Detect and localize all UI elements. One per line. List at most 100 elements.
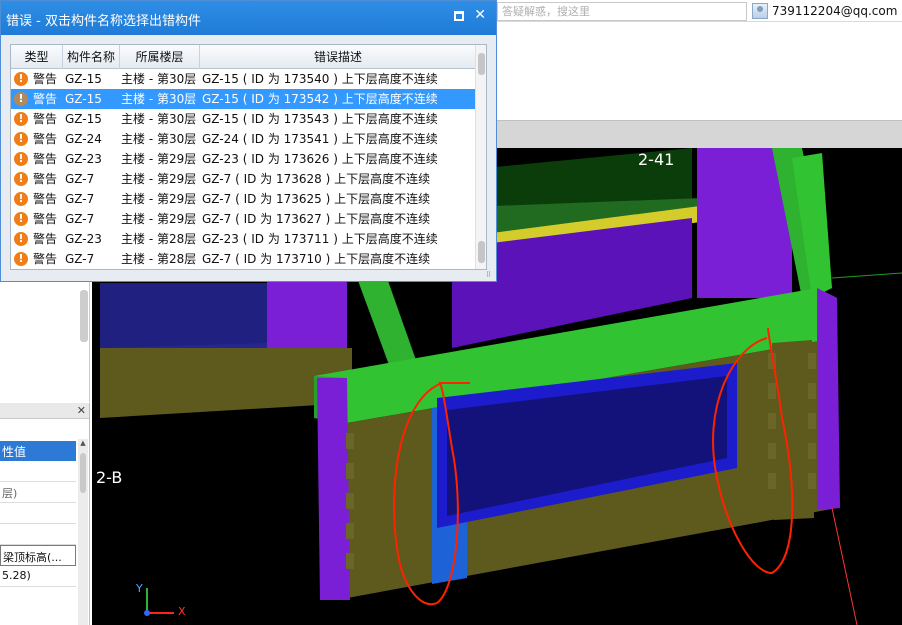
ribbon-strip — [497, 120, 902, 148]
warning-icon: ! — [14, 92, 28, 106]
table-row[interactable]: ! 警告 GZ-7 主楼 - 第29层 GZ-7 ( ID 为 173627 ) 上下层… — [11, 209, 476, 229]
user-account[interactable]: 739112204@qq.com — [752, 1, 897, 21]
scrollbar-thumb[interactable] — [80, 453, 86, 493]
cell-name[interactable]: GZ-7 — [65, 249, 94, 269]
cell-type: 警告 — [33, 192, 58, 206]
property-row[interactable] — [0, 461, 76, 482]
warning-icon: ! — [14, 212, 28, 226]
dialog-title: 错误 - 双击构件名称选择出错构件 — [6, 14, 201, 29]
table-row[interactable]: ! 警告 GZ-15 主楼 - 第30层 GZ-15 ( ID 为 173540 ) 上… — [11, 69, 476, 89]
cell-type: 警告 — [33, 172, 58, 186]
cell-floor: 主楼 - 第29层 — [121, 212, 197, 226]
property-row[interactable] — [0, 524, 76, 545]
table-scrollbar[interactable] — [475, 45, 486, 269]
column-header-description[interactable]: 错误描述 — [200, 45, 476, 69]
cell-type: 警告 — [33, 132, 58, 146]
table-row[interactable]: ! 警告 GZ-15 主楼 - 第30层 GZ-15 ( ID 为 173542 ) 上… — [11, 89, 476, 109]
cell-floor: 主楼 - 第30层 — [121, 112, 197, 126]
cell-type: 警告 — [33, 252, 58, 266]
cell-name[interactable]: GZ-15 — [65, 89, 102, 109]
axis-label: 2-41 — [638, 150, 675, 169]
property-panel: ✕ 性值 层) 梁顶标高(... 5.28) ▲ — [0, 403, 90, 625]
cell-floor: 主楼 - 第28层 — [121, 232, 197, 246]
cell-type: 警告 — [33, 212, 58, 226]
scroll-up-icon[interactable]: ▲ — [78, 439, 88, 449]
property-row[interactable]: 层) — [0, 482, 76, 503]
warning-icon: ! — [14, 112, 28, 126]
cell-floor: 主楼 - 第28层 — [121, 252, 197, 266]
cell-type: 警告 — [33, 92, 58, 106]
diagonal-beam — [357, 278, 417, 373]
warning-icon: ! — [14, 172, 28, 186]
cell-name[interactable]: GZ-15 — [65, 69, 102, 89]
warning-icon: ! — [14, 72, 28, 86]
cell-description: GZ-7 ( ID 为 173710 ) 上下层高度不连续 — [202, 252, 431, 266]
property-row[interactable]: 5.28) — [0, 566, 76, 587]
cell-name[interactable]: GZ-15 — [65, 109, 102, 129]
left-upper-panel — [0, 282, 90, 402]
close-icon[interactable]: ✕ — [77, 404, 86, 417]
table-row[interactable]: ! 警告 GZ-7 主楼 - 第28层 GZ-7 ( ID 为 173710 ) 上下层… — [11, 249, 476, 269]
warning-icon: ! — [14, 192, 28, 206]
cell-description: GZ-15 ( ID 为 173543 ) 上下层高度不连续 — [202, 112, 438, 126]
username-label: 739112204@qq.com — [772, 4, 898, 18]
property-row[interactable]: 梁顶标高(... — [0, 545, 76, 566]
cell-type: 警告 — [33, 112, 58, 126]
cell-name[interactable]: GZ-7 — [65, 169, 94, 189]
axis-label: 2-B — [96, 468, 123, 487]
table-header: 类型 构件名称 所属楼层 错误描述 — [11, 45, 476, 69]
column-header-floor[interactable]: 所属楼层 — [120, 45, 200, 69]
table-row[interactable]: ! 警告 GZ-23 主楼 - 第28层 GZ-23 ( ID 为 173711 ) 上… — [11, 229, 476, 249]
scrollbar-thumb[interactable] — [478, 241, 485, 263]
cell-name[interactable]: GZ-24 — [65, 129, 102, 149]
dialog-titlebar[interactable]: 错误 - 双击构件名称选择出错构件 ✕ — [1, 1, 496, 35]
column-header-type[interactable]: 类型 — [11, 45, 63, 69]
cell-floor: 主楼 - 第30层 — [121, 72, 197, 86]
error-dialog: 错误 - 双击构件名称选择出错构件 ✕ 类型 构件名称 所属楼层 错误描述 ! 警… — [0, 0, 497, 282]
search-input[interactable] — [497, 2, 747, 21]
cell-description: GZ-7 ( ID 为 173627 ) 上下层高度不连续 — [202, 212, 431, 226]
table-row[interactable]: ! 警告 GZ-24 主楼 - 第30层 GZ-24 ( ID 为 173541 ) 上… — [11, 129, 476, 149]
cell-floor: 主楼 - 第29层 — [121, 192, 197, 206]
warning-icon: ! — [14, 232, 28, 246]
error-table: 类型 构件名称 所属楼层 错误描述 ! 警告 GZ-15 主楼 - 第30层 GZ-15… — [10, 44, 487, 270]
resize-grip-icon[interactable]: ⠿ — [486, 271, 494, 279]
left-column — [317, 378, 350, 600]
close-icon[interactable]: ✕ — [474, 7, 486, 23]
warning-icon: ! — [14, 252, 28, 266]
cell-floor: 主楼 - 第29层 — [121, 172, 197, 186]
column-header-name[interactable]: 构件名称 — [63, 45, 120, 69]
warning-icon: ! — [14, 152, 28, 166]
cell-type: 警告 — [33, 232, 58, 246]
scrollbar-thumb[interactable] — [478, 53, 485, 75]
cell-description: GZ-24 ( ID 为 173541 ) 上下层高度不连续 — [202, 132, 438, 146]
cell-description: GZ-15 ( ID 为 173542 ) 上下层高度不连续 — [202, 92, 438, 106]
cell-floor: 主楼 - 第30层 — [121, 132, 197, 146]
property-panel-scrollbar[interactable]: ▲ — [78, 439, 88, 625]
cell-type: 警告 — [33, 152, 58, 166]
cell-description: GZ-7 ( ID 为 173628 ) 上下层高度不连续 — [202, 172, 431, 186]
cell-name[interactable]: GZ-23 — [65, 149, 102, 169]
cell-description: GZ-15 ( ID 为 173540 ) 上下层高度不连续 — [202, 72, 438, 86]
property-value-header: 性值 — [0, 441, 76, 461]
gizmo-y-label: Y — [136, 582, 143, 595]
maximize-icon[interactable] — [454, 11, 464, 21]
table-row[interactable]: ! 警告 GZ-23 主楼 - 第29层 GZ-23 ( ID 为 173626 ) 上… — [11, 149, 476, 169]
cell-description: GZ-23 ( ID 为 173711 ) 上下层高度不连续 — [202, 232, 438, 246]
table-body: ! 警告 GZ-15 主楼 - 第30层 GZ-15 ( ID 为 173540 ) 上… — [11, 69, 476, 269]
table-row[interactable]: ! 警告 GZ-7 主楼 - 第29层 GZ-7 ( ID 为 173628 ) 上下层… — [11, 169, 476, 189]
table-row[interactable]: ! 警告 GZ-7 主楼 - 第29层 GZ-7 ( ID 为 173625 ) 上下层… — [11, 189, 476, 209]
warning-icon: ! — [14, 132, 28, 146]
cell-name[interactable]: GZ-23 — [65, 229, 102, 249]
property-row[interactable] — [0, 503, 76, 524]
cell-floor: 主楼 - 第30层 — [121, 92, 197, 106]
cell-name[interactable]: GZ-7 — [65, 209, 94, 229]
left-upper-scrollbar[interactable] — [80, 290, 88, 342]
avatar[interactable] — [752, 3, 768, 19]
cell-floor: 主楼 - 第29层 — [121, 152, 197, 166]
gizmo-x-label: X — [178, 605, 186, 618]
cell-name[interactable]: GZ-7 — [65, 189, 94, 209]
cell-type: 警告 — [33, 72, 58, 86]
property-panel-titlebar: ✕ — [0, 403, 89, 419]
table-row[interactable]: ! 警告 GZ-15 主楼 - 第30层 GZ-15 ( ID 为 173543 ) 上… — [11, 109, 476, 129]
